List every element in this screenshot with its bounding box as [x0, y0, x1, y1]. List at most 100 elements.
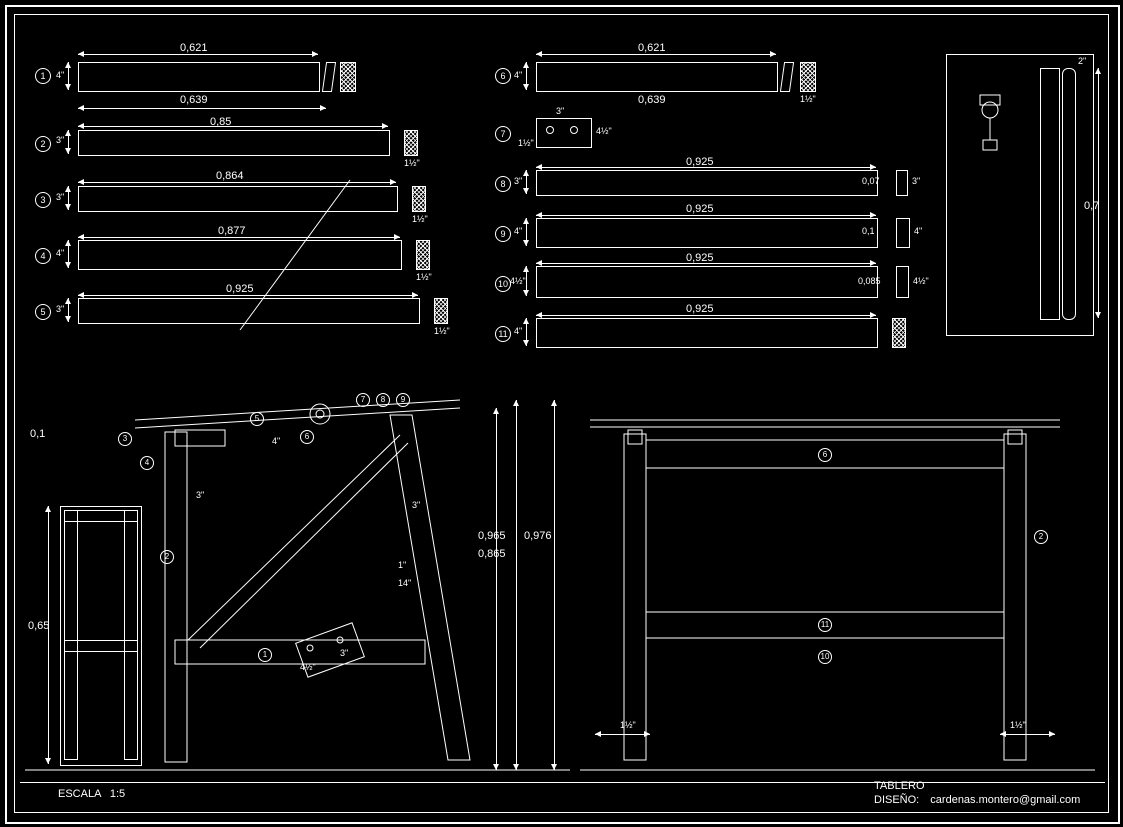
ref-8: 8	[376, 393, 390, 407]
part-6-bot-dim: 0,639	[638, 94, 666, 106]
dim-line	[68, 298, 69, 322]
part-9-thick: 0,1	[862, 226, 875, 236]
part-5-end	[434, 298, 448, 324]
side-dim3a: 3"	[196, 490, 204, 500]
part-marker-3: 3	[35, 192, 51, 208]
front-ref-6: 6	[818, 448, 832, 462]
part-9-h: 4"	[514, 226, 522, 236]
side-dim1: 1"	[398, 560, 406, 570]
dim-line	[516, 400, 517, 770]
part-7-w: 3"	[556, 106, 564, 116]
part-2-end	[404, 130, 418, 156]
part-10-h: 4½"	[510, 276, 526, 286]
part-9-top-dim: 0,925	[686, 203, 714, 215]
front-ref-11: 11	[818, 618, 832, 632]
dim-line	[1098, 68, 1099, 318]
front-ref-10: 10	[818, 650, 832, 664]
part-8-thick: 0,07	[862, 176, 880, 186]
part-11-rect	[536, 318, 878, 348]
part-4-bot-dim: 0,925	[226, 283, 254, 295]
detail-h: 0,7	[1084, 200, 1099, 212]
dim-line	[526, 318, 527, 346]
part-marker-8: 8	[495, 176, 511, 192]
dim-line	[595, 734, 650, 735]
part-4-end-dim: 1½"	[416, 272, 432, 282]
ref-1: 1	[258, 648, 272, 662]
dim-line	[496, 408, 497, 770]
part-marker-2: 2	[35, 136, 51, 152]
part-11-h: 4"	[514, 326, 522, 336]
part-11-end	[892, 318, 906, 348]
part-8-endh: 3"	[912, 176, 920, 186]
part-8-section	[896, 170, 908, 196]
part-marker-9: 9	[495, 226, 511, 242]
part-7-rect	[536, 118, 592, 148]
dim-line	[526, 170, 527, 194]
part-marker-1: 1	[35, 68, 51, 84]
part-6-rect	[536, 62, 778, 92]
part-5-rect	[78, 298, 420, 324]
dim-line	[526, 266, 527, 296]
part-10-thick: 0,085	[858, 276, 881, 286]
detail-rail-1	[1040, 68, 1060, 320]
dim-line	[536, 315, 876, 316]
part-3-top-dim: 0,864	[216, 170, 244, 182]
scale-label-text: ESCALA	[58, 788, 101, 800]
part-9-rect	[536, 218, 878, 248]
end-leg-r	[124, 510, 138, 760]
part-10-rect	[536, 266, 878, 298]
part-4-end	[416, 240, 430, 270]
dim-line	[536, 263, 876, 264]
dim-line	[68, 130, 69, 154]
dim-line	[78, 295, 418, 296]
part-6-h: 4"	[514, 70, 522, 80]
dim-line	[526, 218, 527, 246]
part-7-end: 4½"	[596, 126, 612, 136]
ref-7: 7	[356, 393, 370, 407]
part-marker-11: 11	[495, 326, 511, 342]
part-3-end-dim: 1½"	[412, 214, 428, 224]
end-mid-rail	[64, 640, 138, 652]
dim-line	[526, 62, 527, 90]
part-1-end	[340, 62, 356, 92]
ref-6: 6	[300, 430, 314, 444]
side-dim3: 3"	[340, 648, 348, 658]
scale-value: 1:5	[110, 788, 125, 800]
part-3-rect	[78, 186, 398, 212]
part-4-top-dim: 0,877	[218, 225, 246, 237]
detail-rail-2	[1062, 68, 1076, 320]
part-6-end	[800, 62, 816, 92]
dim-line	[78, 237, 400, 238]
dim-line	[536, 215, 876, 216]
side-dim14: 14"	[398, 578, 411, 588]
scale-label: ESCALA 1:5	[58, 788, 125, 800]
part-1-rect	[78, 62, 320, 92]
part-4-h: 4"	[56, 248, 64, 258]
front-rm: 1½"	[1010, 720, 1026, 730]
dim-line	[68, 240, 69, 268]
part-8-h: 3"	[514, 176, 522, 186]
part-1-bot-dim: 0,639	[180, 94, 208, 106]
part-5-end-dim: 1½"	[434, 326, 450, 336]
part-6-end-dim: 1½"	[800, 94, 816, 104]
dim-line	[48, 506, 49, 764]
side-dim3b: 3"	[412, 500, 420, 510]
ref-3: 3	[118, 432, 132, 446]
ref-4: 4	[140, 456, 154, 470]
side-h3: 0,976	[524, 530, 552, 542]
part-10-section	[896, 266, 909, 298]
part-6-top-dim: 0,621	[638, 42, 666, 54]
part-4-rect	[78, 240, 402, 270]
part-7-h: 1½"	[518, 138, 534, 148]
part-2-end-dim: 1½"	[404, 158, 420, 168]
detail-w: 2"	[1078, 56, 1086, 66]
part-1-top-dim: 0,621	[180, 42, 208, 54]
ref-9: 9	[396, 393, 410, 407]
dim-line	[536, 167, 876, 168]
part-8-rect	[536, 170, 878, 196]
dim-line	[78, 126, 388, 127]
end-top-rail	[64, 510, 138, 522]
side-dim45: 4½"	[300, 662, 316, 672]
dim-line	[554, 400, 555, 770]
design-value: cardenas.montero@gmail.com	[930, 794, 1080, 806]
